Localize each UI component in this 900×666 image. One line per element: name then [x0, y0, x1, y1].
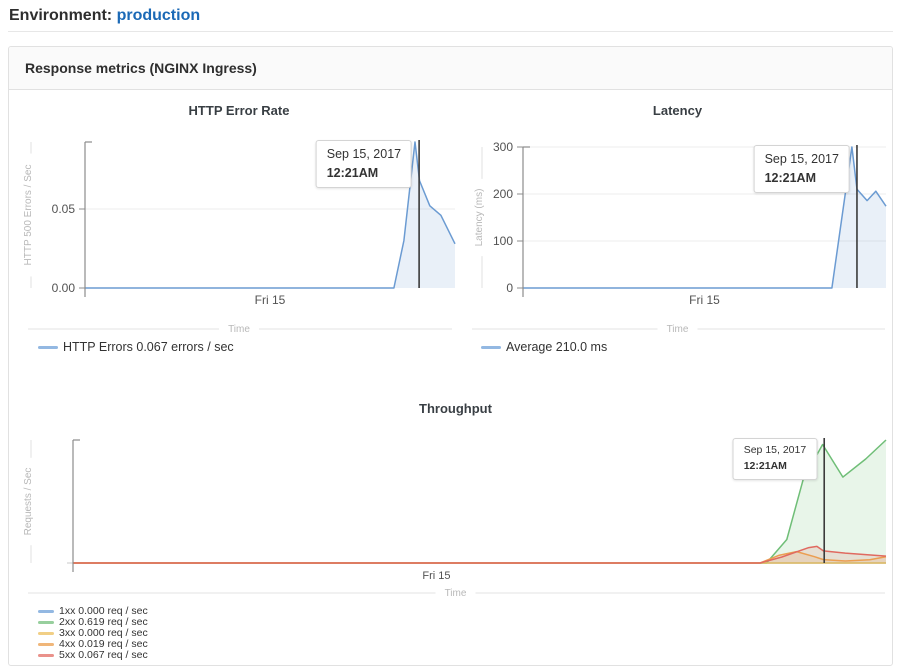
throughput-tooltip: Sep 15, 201712:21AM: [733, 438, 817, 480]
latency-ytick: 100: [493, 234, 513, 248]
panel-title: Response metrics (NGINX Ingress): [25, 60, 257, 76]
http-error-rate-tooltip: Sep 15, 201712:21AM: [316, 140, 412, 188]
throughput-plot[interactable]: Fri 15 Requests / Sec Time: [18, 393, 893, 605]
throughput-series-5xx: [73, 546, 886, 563]
panel-heading: Response metrics (NGINX Ingress): [9, 47, 892, 90]
tooltip-time: 12:21AM: [744, 459, 806, 475]
latency-ylabel: Latency (ms): [474, 189, 485, 247]
latency-chart[interactable]: Latency 3002001000Fri 15Latency (ms)Time…: [462, 95, 893, 357]
http-error-rate-ytick: 0.00: [52, 281, 76, 295]
environment-label: Environment:: [9, 7, 112, 24]
latency-plot[interactable]: 300 200 100 0 Fri 15 Latency (ms) Time: [462, 95, 893, 357]
http-error-rate-ytick: 0.05: [52, 202, 76, 216]
legend-swatch-icon: [481, 346, 501, 349]
legend-swatch-icon: [38, 654, 54, 657]
throughput-legend: 1xx 0.000 req / sec2xx 0.619 req / sec3x…: [38, 606, 148, 661]
latency-tooltip: Sep 15, 201712:21AM: [754, 145, 850, 193]
http-error-rate-legend: HTTP Errors 0.067 errors / sec: [38, 340, 234, 354]
legend-label: 5xx 0.067 req / sec: [59, 650, 148, 661]
throughput-xlabel: Time: [445, 588, 467, 599]
legend-swatch-icon: [38, 643, 54, 646]
legend-swatch-icon: [38, 610, 54, 613]
latency-xtick: Fri 15: [689, 293, 720, 307]
legend-item: HTTP Errors 0.067 errors / sec: [38, 340, 234, 354]
tooltip-time: 12:21AM: [765, 169, 839, 188]
throughput-chart[interactable]: Throughput Fri 15Requests / SecTime Sep …: [18, 393, 893, 605]
environment-header: Environment: production: [9, 7, 200, 25]
tooltip-time: 12:21AM: [327, 164, 401, 183]
http-error-rate-plot[interactable]: 0.05 0.00 Fri 15 HTTP 500 Errors / Sec Time: [18, 95, 460, 357]
tooltip-date: Sep 15, 2017: [765, 150, 839, 169]
http-error-rate-ylabel: HTTP 500 Errors / Sec: [23, 165, 34, 266]
legend-item: Average 210.0 ms: [481, 340, 607, 354]
throughput-xtick: Fri 15: [422, 570, 450, 582]
tooltip-date: Sep 15, 2017: [327, 145, 401, 164]
latency-xlabel: Time: [667, 324, 689, 335]
legend-swatch-icon: [38, 621, 54, 624]
latency-legend: Average 210.0 ms: [481, 340, 607, 354]
throughput-ylabel: Requests / Sec: [23, 468, 34, 536]
http-error-rate-xtick: Fri 15: [255, 293, 286, 307]
http-error-rate-xlabel: Time: [228, 324, 250, 335]
legend-swatch-icon: [38, 346, 58, 349]
latency-ytick: 0: [506, 281, 513, 295]
latency-ytick: 200: [493, 187, 513, 201]
legend-item: 5xx 0.067 req / sec: [38, 650, 148, 661]
legend-label: Average 210.0 ms: [506, 340, 607, 354]
header-divider: [8, 31, 893, 32]
legend-swatch-icon: [38, 632, 54, 635]
legend-label: HTTP Errors 0.067 errors / sec: [63, 340, 234, 354]
environment-link[interactable]: production: [117, 7, 201, 24]
tooltip-date: Sep 15, 2017: [744, 443, 806, 459]
latency-ytick: 300: [493, 140, 513, 154]
http-error-rate-chart[interactable]: HTTP Error Rate 0.050.00Fri 15HTTP 500 E…: [18, 95, 460, 357]
